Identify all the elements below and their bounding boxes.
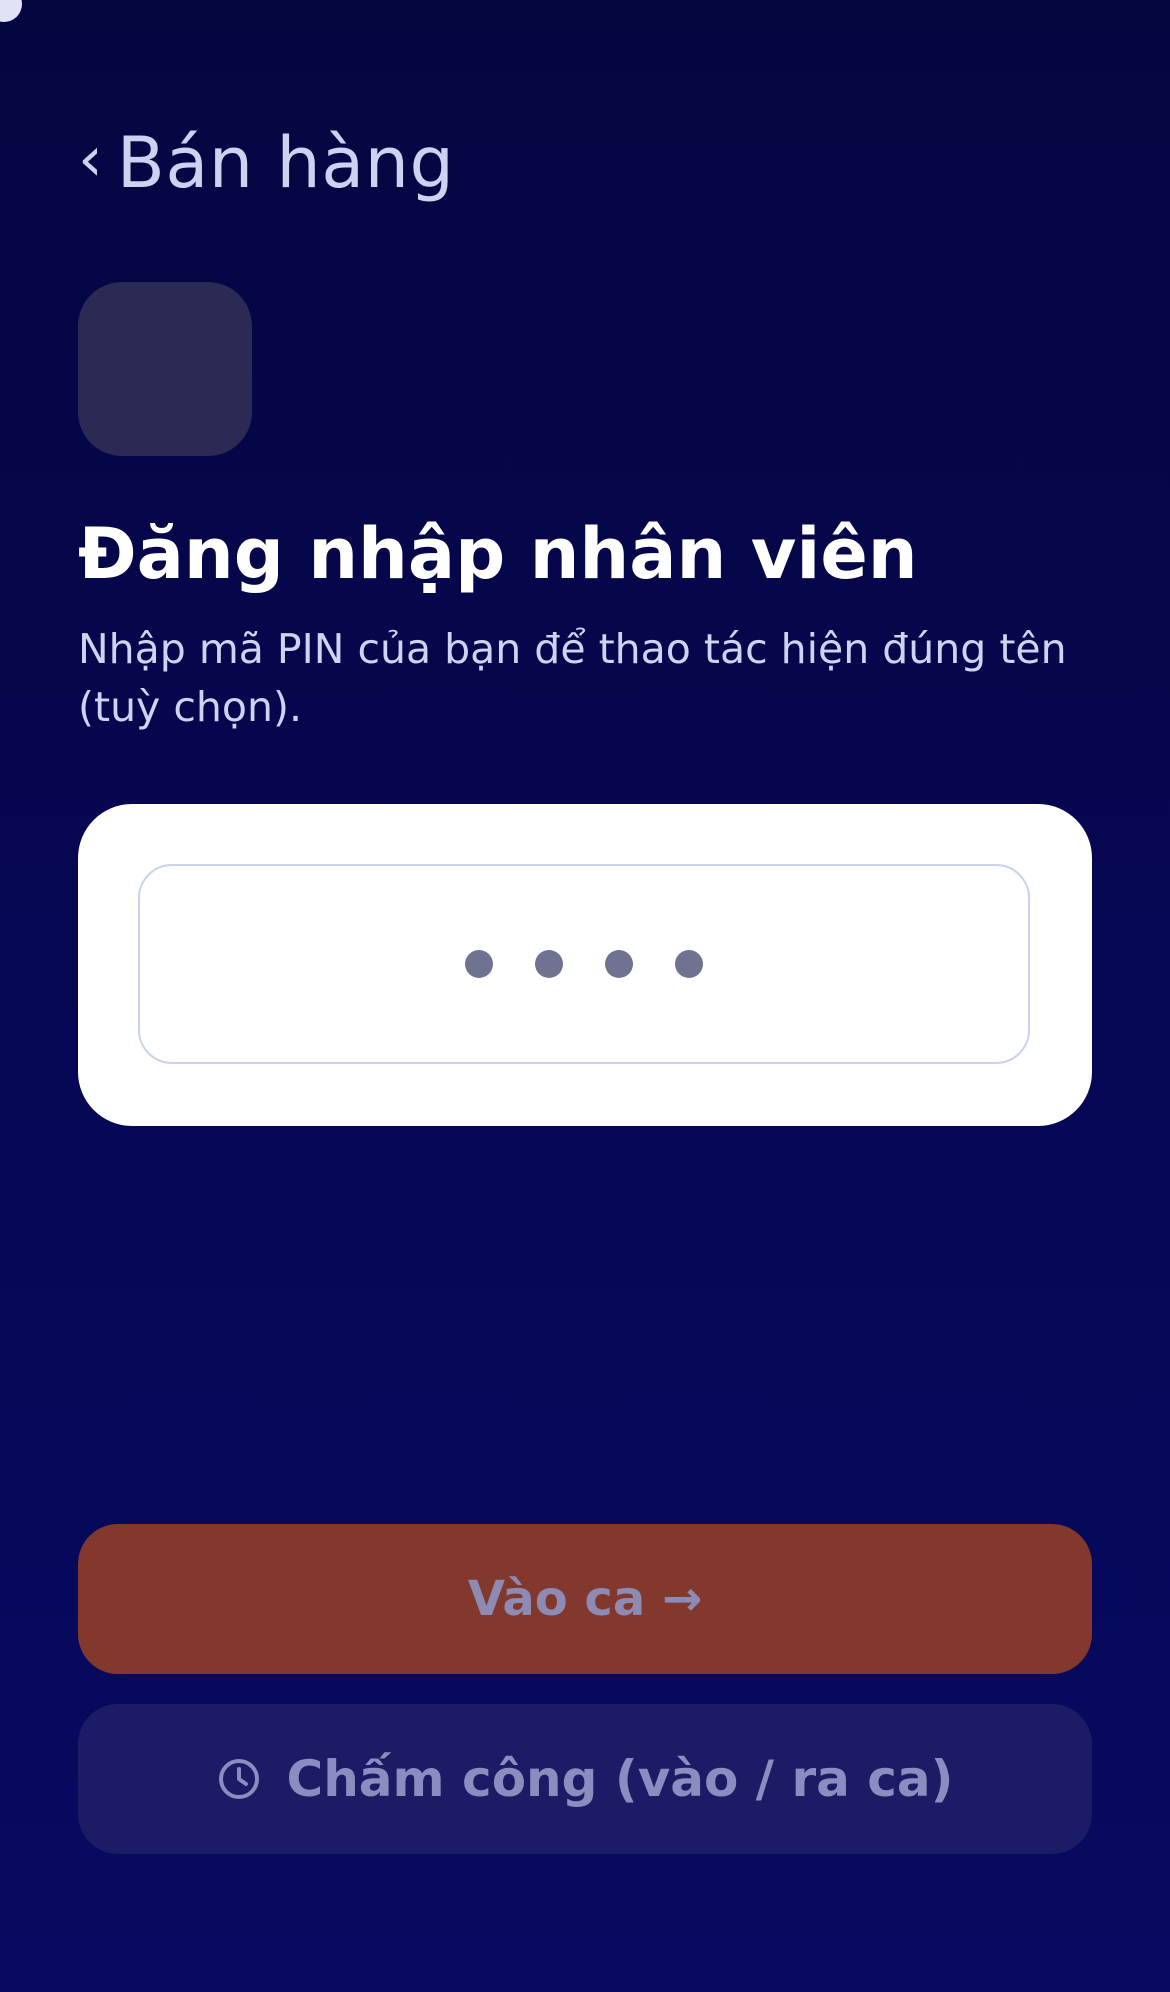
pin-dot xyxy=(675,950,703,978)
page-subtitle: Nhập mã PIN của bạn để thao tác hiện đún… xyxy=(78,625,1067,731)
start-shift-label: Vào ca → xyxy=(467,1571,703,1627)
back-button[interactable]: ‹ Bán hàng xyxy=(78,122,455,204)
pin-dot xyxy=(605,950,633,978)
back-label: Bán hàng xyxy=(116,122,455,204)
pin-card xyxy=(78,804,1092,1126)
timekeeping-button[interactable]: Chấm công (vào / ra ca) xyxy=(78,1704,1092,1854)
chevron-left-icon: ‹ xyxy=(78,122,103,195)
store-logo-placeholder xyxy=(78,282,252,456)
pin-dot xyxy=(535,950,563,978)
timekeeping-label: Chấm công (vào / ra ca) xyxy=(286,1750,954,1808)
page-title: Đăng nhập nhân viên xyxy=(78,513,918,595)
corner-indicator xyxy=(0,0,22,22)
clock-icon xyxy=(217,1757,261,1801)
pin-input[interactable] xyxy=(138,864,1030,1064)
pin-dot xyxy=(465,950,493,978)
start-shift-button[interactable]: Vào ca → xyxy=(78,1524,1092,1674)
